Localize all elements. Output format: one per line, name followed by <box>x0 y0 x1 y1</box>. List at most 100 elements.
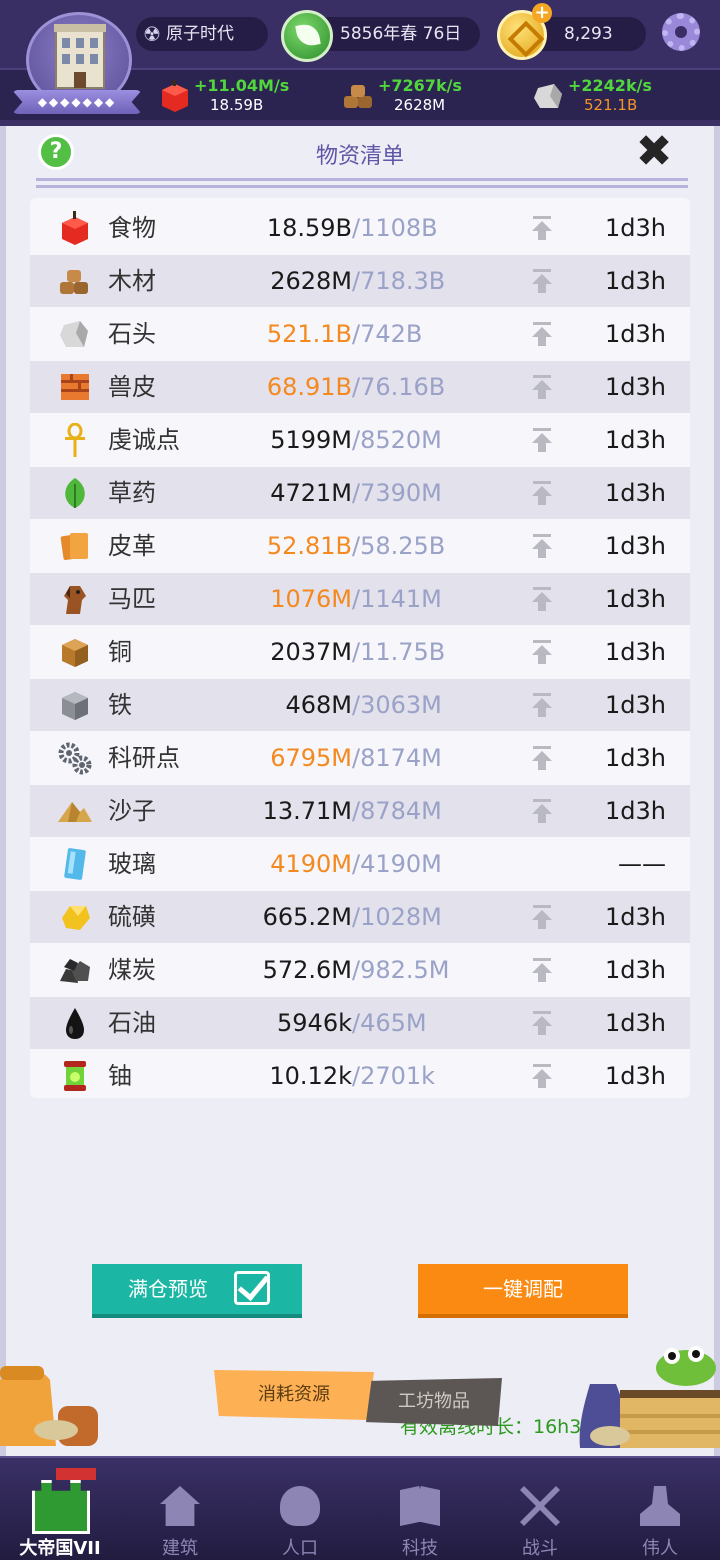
resource-time: 1d3h <box>605 479 666 507</box>
resource-amount: 521.1B <box>266 320 352 348</box>
upgrade-arrow-stem <box>538 1025 546 1035</box>
upgrade-arrow-stem <box>538 813 546 823</box>
era-pill[interactable]: ☢ 原子时代 <box>136 17 268 51</box>
stone-rate: +2242k/s 521.1B <box>532 76 702 116</box>
resource-capacity: /7390M <box>352 479 442 507</box>
wood-rate: +7267k/s 2628M <box>342 76 512 116</box>
nav-population[interactable]: 人口 <box>240 1458 360 1560</box>
resource-row-research[interactable]: 科研点 6795M /8174M 1d3h <box>30 732 690 784</box>
resource-capacity: /76.16B <box>352 373 446 401</box>
resource-row-hide[interactable]: 兽皮 68.91B /76.16B 1d3h <box>30 361 690 413</box>
resource-capacity: /11.75B <box>352 638 446 666</box>
oil-icon <box>66 1008 84 1039</box>
resource-capacity: /2701k <box>352 1062 436 1090</box>
resource-name: 石油 <box>108 1009 156 1037</box>
iron-icon <box>62 692 88 720</box>
resource-row-food[interactable]: 食物 18.59B /1108B 1d3h <box>30 202 690 254</box>
tab-workshop-items[interactable]: 工坊物品 <box>366 1378 502 1426</box>
resource-row-sulfur[interactable]: 硫磺 665.2M /1028M 1d3h <box>30 891 690 943</box>
stone-amount: 521.1B <box>584 96 638 114</box>
resource-row-sand[interactable]: 沙子 13.71M /8784M 1d3h <box>30 785 690 837</box>
close-icon[interactable]: ✖ <box>632 130 676 176</box>
nav-great-people[interactable]: 伟人 <box>600 1458 720 1560</box>
resource-name: 玻璃 <box>108 850 156 878</box>
copper-icon <box>62 639 88 667</box>
resource-row-leather[interactable]: 皮革 52.81B /58.25B 1d3h <box>30 520 690 572</box>
upgrade-arrow-stem <box>538 442 546 452</box>
stone-icon <box>534 84 562 108</box>
resource-row-herb[interactable]: 草药 4721M /7390M 1d3h <box>30 467 690 519</box>
resource-amount: 4721M <box>270 479 352 507</box>
nav-technology[interactable]: 科技 <box>360 1458 480 1560</box>
resource-amount: 4190M <box>270 850 352 878</box>
resource-name: 科研点 <box>108 744 180 772</box>
resource-capacity: /742B <box>352 320 423 348</box>
resource-capacity: /58.25B <box>352 532 446 560</box>
nav-battle[interactable]: 战斗 <box>480 1458 600 1560</box>
resource-row-coal[interactable]: 煤炭 572.6M /982.5M 1d3h <box>30 944 690 996</box>
upgrade-arrow-stem <box>538 919 546 929</box>
resource-time: 1d3h <box>605 903 666 931</box>
upgrade-arrow-stem <box>538 707 546 717</box>
resource-amount: 18.59B <box>266 214 352 242</box>
add-coin-icon[interactable] <box>497 3 552 60</box>
resource-capacity: /982.5M <box>352 956 450 984</box>
uranium-icon <box>64 1061 86 1091</box>
nav-label: 科技 <box>402 1538 438 1559</box>
resource-name: 兽皮 <box>108 373 156 401</box>
resource-capacity: /8174M <box>352 744 442 772</box>
full-storage-preview-button[interactable]: 满仓预览 <box>92 1264 302 1318</box>
resource-row-faith[interactable]: 虔诚点 5199M /8520M 1d3h <box>30 414 690 466</box>
resource-amount: 2628M <box>270 267 352 295</box>
wood-icon <box>60 270 88 294</box>
bust-icon <box>640 1486 680 1526</box>
empire-badge[interactable]: ◆◆◆◆◆◆◆ <box>12 6 142 118</box>
resource-name: 草药 <box>108 479 156 507</box>
building-icon <box>54 24 106 89</box>
resource-time: 1d3h <box>605 320 666 348</box>
flag-icon <box>56 1468 96 1480</box>
resource-name: 虔诚点 <box>108 426 180 454</box>
resource-capacity: /1108B <box>352 214 438 242</box>
nav-label: 伟人 <box>642 1538 678 1559</box>
radiation-icon: ☢ <box>143 22 161 46</box>
resource-name: 铀 <box>108 1062 132 1090</box>
resource-name: 硫磺 <box>108 903 156 931</box>
resource-name: 沙子 <box>108 797 156 825</box>
tab-consume-resources[interactable]: 消耗资源 <box>214 1370 374 1420</box>
resource-amount: 468M <box>285 691 352 719</box>
resource-time: 1d3h <box>605 426 666 454</box>
resource-row-oil[interactable]: 石油 5946k /465M 1d3h <box>30 997 690 1049</box>
food-rate: +11.04M/s 18.59B <box>158 76 328 116</box>
resource-row-copper[interactable]: 铜 2037M /11.75B 1d3h <box>30 626 690 678</box>
resource-amount: 10.12k <box>269 1062 352 1090</box>
title-divider <box>36 178 688 188</box>
settings-gear-icon[interactable] <box>662 13 700 51</box>
hide-icon <box>61 374 89 400</box>
bottom-navigation: 大帝国VII 建筑 人口 科技 战斗 伟人 <box>0 1456 720 1560</box>
panel-header: ? 物资清单 ✖ <box>6 126 714 188</box>
resource-list-panel: ? 物资清单 ✖ 食物 18.59B /1108B 1d3h 木材 2628M … <box>0 126 720 1456</box>
house-icon <box>160 1486 200 1526</box>
one-click-allocate-button[interactable]: 一键调配 <box>418 1264 628 1318</box>
resource-time: 1d3h <box>605 797 666 825</box>
resource-row-horse[interactable]: 马匹 1076M /1141M 1d3h <box>30 573 690 625</box>
resource-row-wood[interactable]: 木材 2628M /718.3B 1d3h <box>30 255 690 307</box>
upgrade-arrow-stem <box>538 548 546 558</box>
person-icon <box>280 1486 320 1526</box>
checkbox-icon <box>234 1271 270 1305</box>
panel-title: 物资清单 <box>315 144 404 169</box>
swords-icon <box>520 1486 560 1526</box>
resource-capacity: /8520M <box>352 426 442 454</box>
resource-amount: 665.2M <box>262 903 352 931</box>
resource-row-uranium[interactable]: 铀 10.12k /2701k 1d3h <box>30 1050 690 1102</box>
resource-name: 煤炭 <box>108 956 156 984</box>
upgrade-arrow-stem <box>538 283 546 293</box>
resource-amount: 5946k <box>277 1009 352 1037</box>
resource-row-glass[interactable]: 玻璃 4190M /4190M —— <box>30 838 690 890</box>
nav-empire[interactable]: 大帝国VII <box>0 1458 120 1560</box>
nav-buildings[interactable]: 建筑 <box>120 1458 240 1560</box>
resource-row-stone[interactable]: 石头 521.1B /742B 1d3h <box>30 308 690 360</box>
resource-row-iron[interactable]: 铁 468M /3063M 1d3h <box>30 679 690 731</box>
empire-ribbon: ◆◆◆◆◆◆◆ <box>12 90 142 114</box>
